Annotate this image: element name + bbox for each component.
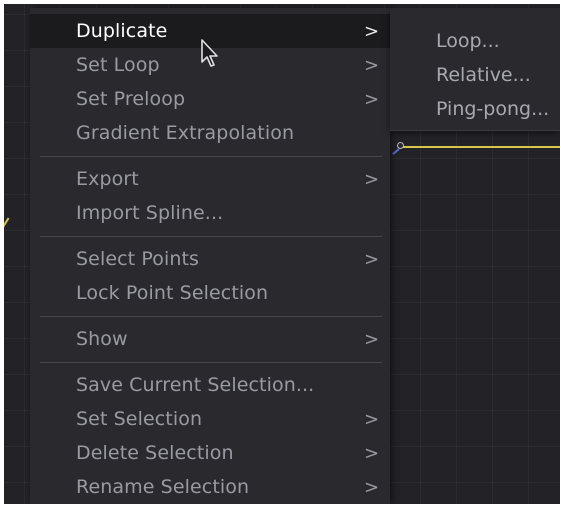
menu-separator <box>40 156 382 157</box>
menu-item-label: Duplicate <box>76 20 168 42</box>
chevron-right-icon: > <box>364 328 380 350</box>
chevron-right-icon: > <box>364 408 380 430</box>
menu-item-label: Export <box>76 168 139 190</box>
menu-item-label: Set Selection <box>76 408 203 430</box>
menu-item-select-points[interactable]: Select Points > <box>30 242 390 276</box>
menu-item-label: Import Spline... <box>76 202 224 224</box>
menu-item-gradient-extrapolation[interactable]: Gradient Extrapolation <box>30 116 390 150</box>
submenu-item-label: Relative... <box>436 64 531 86</box>
menu-item-label: Gradient Extrapolation <box>76 122 295 144</box>
submenu-item-loop[interactable]: Loop... <box>390 24 560 58</box>
submenu-item-label: Ping-pong... <box>436 98 550 120</box>
arrow-pointer-icon <box>201 39 218 67</box>
context-menu: Duplicate > Set Loop > Set Preloop > Gra… <box>30 8 390 504</box>
submenu-item-ping-pong[interactable]: Ping-pong... <box>390 92 560 126</box>
spline-curve[interactable] <box>402 146 560 148</box>
submenu-item-relative[interactable]: Relative... <box>390 58 560 92</box>
submenu-item-label: Loop... <box>436 30 500 52</box>
menu-separator <box>40 362 382 363</box>
duplicate-submenu: Loop... Relative... Ping-pong... <box>390 8 560 131</box>
chevron-right-icon: > <box>364 248 380 270</box>
chevron-right-icon: > <box>364 88 380 110</box>
chevron-right-icon: > <box>364 168 380 190</box>
menu-item-set-selection[interactable]: Set Selection > <box>30 402 390 436</box>
keyframe-handle[interactable] <box>392 148 400 155</box>
menu-item-label: Select Points <box>76 248 200 270</box>
chevron-right-icon: > <box>364 442 380 464</box>
menu-item-rename-selection[interactable]: Rename Selection > <box>30 470 390 504</box>
menu-item-label: Lock Point Selection <box>76 282 269 304</box>
spline-editor-window: Duplicate > Set Loop > Set Preloop > Gra… <box>4 4 560 504</box>
menu-separator <box>40 316 382 317</box>
menu-item-label: Show <box>76 328 128 350</box>
menu-item-save-current-selection[interactable]: Save Current Selection... <box>30 368 390 402</box>
menu-item-label: Set Preloop <box>76 88 186 110</box>
chevron-right-icon: > <box>364 20 380 42</box>
chevron-right-icon: > <box>364 54 380 76</box>
menu-item-label: Delete Selection <box>76 442 234 464</box>
menu-item-label: Save Current Selection... <box>76 374 315 396</box>
menu-item-label: Set Loop <box>76 54 160 76</box>
chevron-right-icon: > <box>364 476 380 498</box>
menu-item-set-preloop[interactable]: Set Preloop > <box>30 82 390 116</box>
menu-item-delete-selection[interactable]: Delete Selection > <box>30 436 390 470</box>
menu-item-show[interactable]: Show > <box>30 322 390 356</box>
menu-item-lock-point-selection[interactable]: Lock Point Selection <box>30 276 390 310</box>
keyframe-point[interactable] <box>397 142 404 149</box>
menu-item-label: Rename Selection <box>76 476 250 498</box>
menu-separator <box>40 236 382 237</box>
menu-item-import-spline[interactable]: Import Spline... <box>30 196 390 230</box>
menu-item-export[interactable]: Export > <box>30 162 390 196</box>
spline-curve-segment[interactable] <box>4 217 10 236</box>
